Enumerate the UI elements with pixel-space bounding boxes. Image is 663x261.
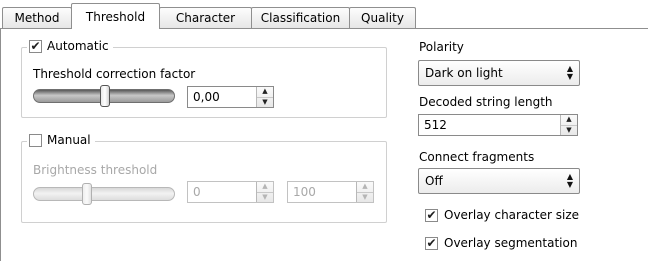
spin-up-icon[interactable]: ▲ bbox=[357, 182, 373, 192]
tab-classification-label: Classification bbox=[260, 11, 341, 25]
overlay-character-size-label: Overlay character size bbox=[444, 208, 580, 222]
tab-method-label: Method bbox=[14, 11, 60, 25]
tab-threshold[interactable]: Threshold bbox=[71, 3, 160, 29]
decoded-string-length-label: Decoded string length bbox=[419, 95, 553, 109]
check-icon: ✔ bbox=[425, 208, 438, 222]
spin-up-icon[interactable]: ▲ bbox=[257, 87, 273, 97]
tab-quality-label: Quality bbox=[361, 11, 404, 25]
spin-down-icon[interactable]: ▼ bbox=[257, 191, 273, 203]
connect-fragments-label: Connect fragments bbox=[419, 150, 535, 164]
checkbox-empty-icon bbox=[29, 133, 42, 147]
decoded-string-length-value: 512 bbox=[424, 118, 447, 132]
correction-factor-value: 0,00 bbox=[193, 90, 220, 104]
overlay-character-size-checkbox[interactable]: ✔ Overlay character size bbox=[425, 208, 579, 222]
spin-down-icon[interactable]: ▼ bbox=[357, 191, 373, 203]
tab-character[interactable]: Character bbox=[159, 7, 252, 28]
brightness-low-value: 0 bbox=[193, 185, 201, 199]
threshold-correction-factor-label: Threshold correction factor bbox=[33, 67, 196, 81]
automatic-checkbox[interactable]: ✔ Automatic bbox=[27, 39, 113, 53]
tab-classification[interactable]: Classification bbox=[251, 7, 350, 28]
tab-quality[interactable]: Quality bbox=[349, 7, 416, 28]
manual-label: Manual bbox=[47, 133, 91, 147]
tab-character-label: Character bbox=[175, 11, 236, 25]
polarity-value: Dark on light bbox=[425, 66, 503, 80]
correction-factor-spinbox[interactable]: 0,00 ▲ ▼ bbox=[187, 86, 274, 108]
brightness-high-value: 100 bbox=[293, 185, 316, 199]
brightness-threshold-slider[interactable] bbox=[33, 183, 175, 205]
check-icon: ✔ bbox=[425, 236, 438, 250]
spin-up-icon[interactable]: ▲ bbox=[561, 115, 577, 125]
manual-checkbox[interactable]: Manual bbox=[27, 133, 95, 147]
up-down-arrows-icon: ▲ ▼ bbox=[566, 172, 574, 189]
brightness-slider-thumb[interactable] bbox=[82, 183, 92, 205]
correction-factor-slider[interactable] bbox=[33, 85, 175, 107]
brightness-threshold-label: Brightness threshold bbox=[33, 163, 158, 177]
spin-up-icon[interactable]: ▲ bbox=[257, 182, 273, 192]
brightness-low-spinbox[interactable]: 0 ▲ ▼ bbox=[187, 181, 274, 203]
spin-down-icon[interactable]: ▼ bbox=[561, 124, 577, 136]
connect-fragments-select[interactable]: Off ▲ ▼ bbox=[418, 168, 580, 194]
slider-thumb[interactable] bbox=[100, 85, 110, 107]
automatic-label: Automatic bbox=[47, 39, 109, 53]
overlay-segmentation-label: Overlay segmentation bbox=[444, 236, 578, 250]
tab-method[interactable]: Method bbox=[2, 7, 72, 28]
polarity-select[interactable]: Dark on light ▲ ▼ bbox=[418, 60, 580, 86]
overlay-segmentation-checkbox[interactable]: ✔ Overlay segmentation bbox=[425, 236, 577, 250]
polarity-label: Polarity bbox=[419, 40, 464, 54]
tab-threshold-label: Threshold bbox=[85, 9, 146, 24]
tab-bar: Method Threshold Character Classificatio… bbox=[0, 0, 663, 29]
check-icon: ✔ bbox=[29, 39, 42, 53]
decoded-string-length-spinbox[interactable]: 512 ▲ ▼ bbox=[418, 114, 578, 136]
up-down-arrows-icon: ▲ ▼ bbox=[566, 64, 574, 81]
spin-down-icon[interactable]: ▼ bbox=[257, 96, 273, 108]
brightness-high-spinbox[interactable]: 100 ▲ ▼ bbox=[287, 181, 374, 203]
connect-fragments-value: Off bbox=[425, 174, 443, 188]
